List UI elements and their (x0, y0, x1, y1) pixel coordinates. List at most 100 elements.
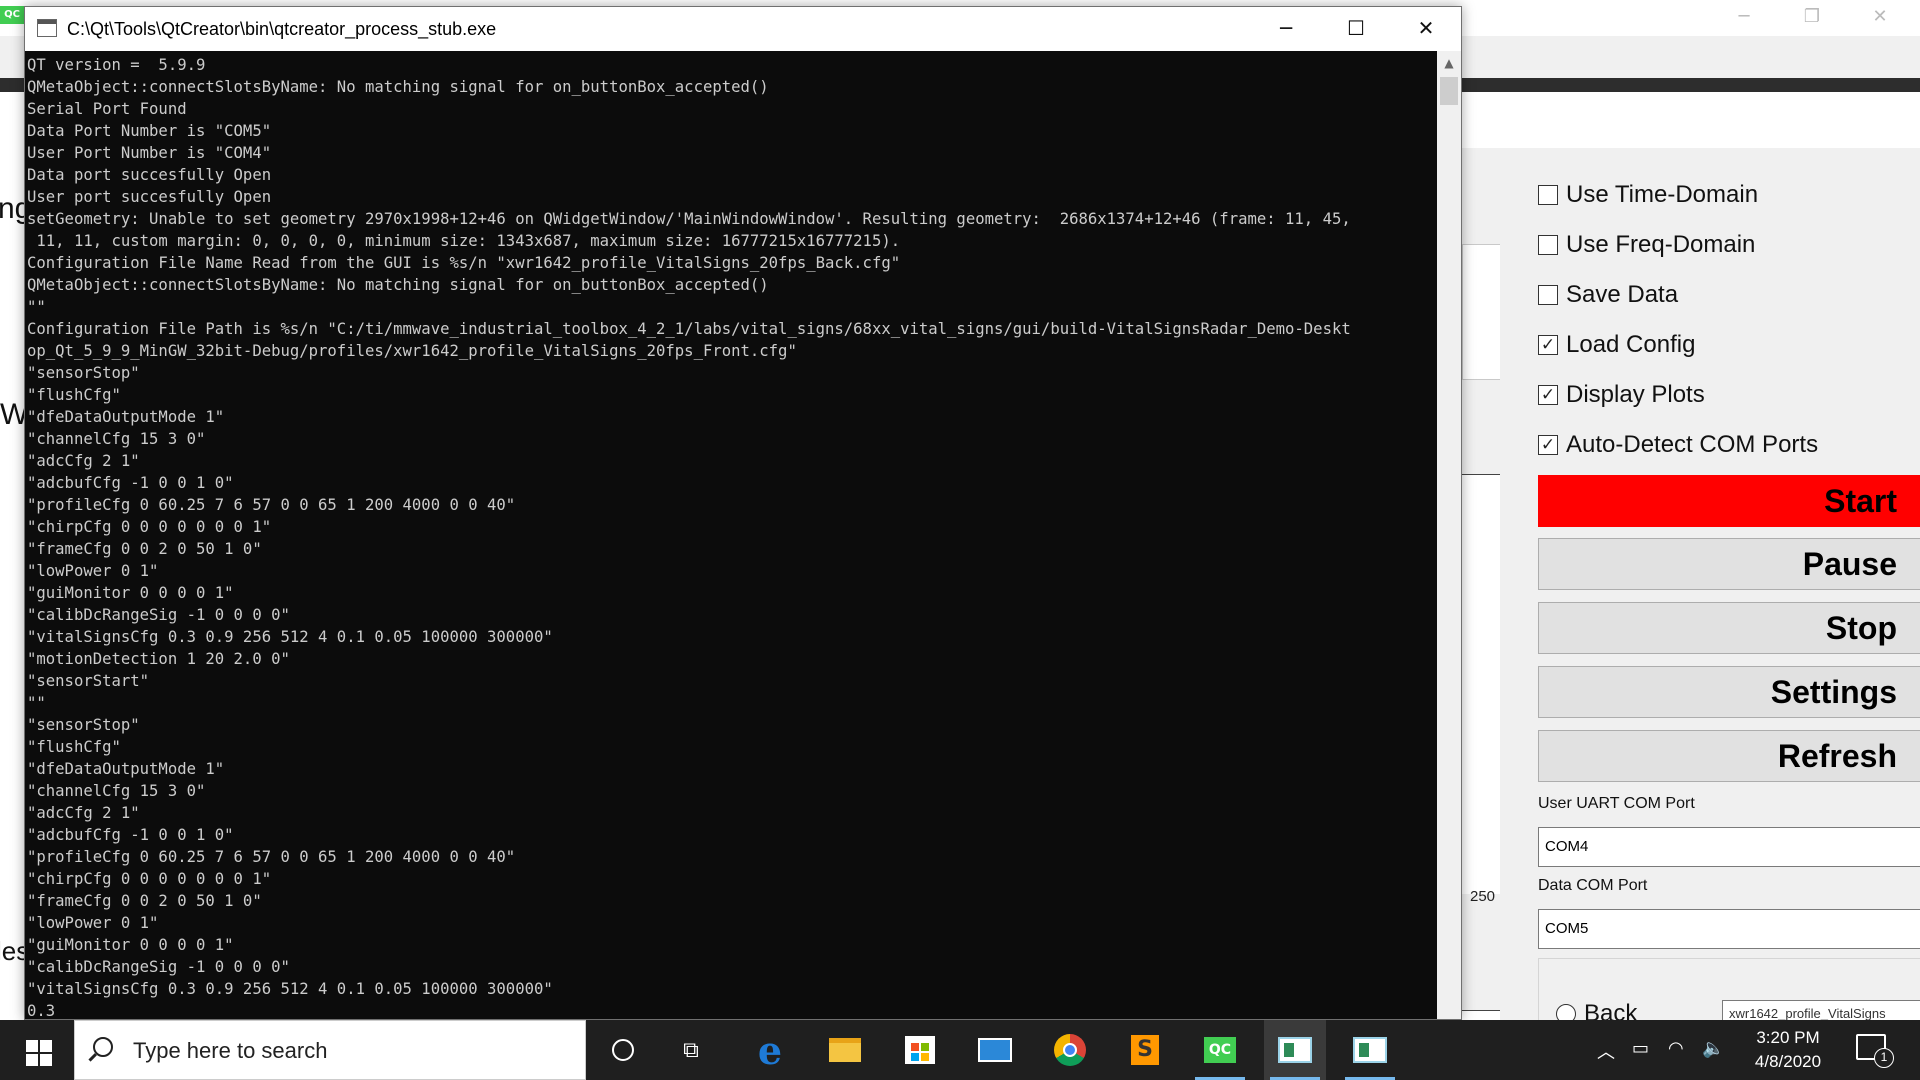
console-window-icon (37, 19, 57, 37)
console-text: QT version = 5.9.9QMetaObject::connectSl… (27, 54, 1437, 1020)
console-line: Data Port Number is "COM5" (27, 122, 272, 140)
store-icon[interactable] (889, 1020, 951, 1080)
notification-badge: 1 (1874, 1048, 1894, 1068)
user-port-label: User UART COM Port (1538, 795, 1695, 812)
console-line: "vitalSignsCfg 0.3 0.9 256 512 4 0.1 0.0… (27, 980, 553, 998)
tray-time: 3:20 PM (1756, 1028, 1820, 1047)
console-line: "flushCfg" (27, 386, 121, 404)
console-line: User Port Number is "COM4" (27, 144, 272, 162)
console-line: Data port succesfully Open (27, 166, 272, 184)
qt-creator-icon-text: QC (1204, 1037, 1236, 1063)
console-line: "frameCfg 0 0 2 0 50 1 0" (27, 540, 262, 558)
console-line: "frameCfg 0 0 2 0 50 1 0" (27, 892, 262, 910)
console-line: "profileCfg 0 60.25 7 6 57 0 0 65 1 200 … (27, 496, 516, 514)
console-line: "dfeDataOutputMode 1" (27, 408, 225, 426)
console-line: 11, 11, custom margin: 0, 0, 0, 0, minim… (27, 232, 901, 250)
checkbox-box[interactable] (1538, 235, 1558, 255)
sublime-icon[interactable]: S (1114, 1020, 1176, 1080)
background-minimize-button[interactable]: ─ (1716, 0, 1772, 36)
stop-button[interactable]: Stop (1538, 602, 1920, 654)
battery-icon[interactable]: ▭ (1632, 1038, 1649, 1059)
background-close-button[interactable]: ✕ (1852, 0, 1908, 36)
console-line: "" (27, 298, 46, 316)
checkbox-use-freq-domain[interactable]: Use Freq-Domain (1538, 230, 1755, 260)
search-icon (93, 1037, 113, 1057)
settings-button[interactable]: Settings (1538, 666, 1920, 718)
radio-circle[interactable] (1556, 1004, 1576, 1020)
checkbox-label: Use Freq-Domain (1566, 231, 1756, 258)
console-line: "channelCfg 15 3 0" (27, 782, 206, 800)
checkbox-checked-box[interactable]: ✓ (1538, 435, 1558, 455)
console-line: QT version = 5.9.9 (27, 56, 206, 74)
tray-clock[interactable]: 3:20 PM 4/8/2020 (1730, 1026, 1846, 1074)
checkbox-save-data[interactable]: Save Data (1538, 280, 1678, 310)
window-title: C:\Qt\Tools\QtCreator\bin\qtcreator_proc… (67, 19, 497, 39)
vitalsigns-app-icon[interactable] (1264, 1020, 1326, 1080)
console-line: "calibDcRangeSig -1 0 0 0 0" (27, 958, 290, 976)
console-line: "profileCfg 0 60.25 7 6 57 0 0 65 1 200 … (27, 848, 516, 866)
console-line: "lowPower 0 1" (27, 562, 159, 580)
checkbox-label: Load Config (1566, 331, 1696, 358)
profile-file-field[interactable]: xwr1642_profile_VitalSigns (1722, 1000, 1920, 1020)
start-button[interactable]: Start (1538, 475, 1920, 527)
qt-app-icon: QC (0, 6, 24, 24)
task-view-icon[interactable]: ⧉ (660, 1020, 722, 1080)
wifi-icon[interactable]: ◠ (1668, 1038, 1684, 1059)
checkbox-checked-box[interactable]: ✓ (1538, 385, 1558, 405)
background-restore-button[interactable]: ❐ (1784, 0, 1840, 36)
console-line: Serial Port Found (27, 100, 187, 118)
checkbox-label: Save Data (1566, 281, 1679, 308)
edge-icon[interactable]: e (739, 1020, 801, 1080)
console-line: Configuration File Path is %s/n "C:/ti/m… (27, 320, 1351, 338)
console-line: "adcbufCfg -1 0 0 1 0" (27, 474, 234, 492)
taskbar-search-box[interactable]: Type here to search (74, 1020, 586, 1080)
cortana-icon[interactable] (592, 1020, 654, 1080)
plot-tick-label: 250 (1470, 888, 1496, 905)
checkbox-checked-box[interactable]: ✓ (1538, 335, 1558, 355)
checkbox-box[interactable] (1538, 185, 1558, 205)
console-output[interactable]: QT version = 5.9.9QMetaObject::connectSl… (25, 51, 1437, 1020)
console-scrollbar[interactable]: ▲ (1437, 51, 1461, 1019)
checkbox-auto-detect-com-ports[interactable]: ✓ Auto-Detect COM Ports (1538, 430, 1818, 460)
data-port-input[interactable]: COM5 (1538, 909, 1920, 949)
minimize-button[interactable]: ─ (1251, 7, 1321, 51)
taskbar: Type here to search ⧉ e S QC ︿ ▭ ◠ 🔈 3:2… (0, 1020, 1920, 1080)
console-line: QMetaObject::connectSlotsByName: No matc… (27, 276, 769, 294)
pause-button[interactable]: Pause (1538, 538, 1920, 590)
checkbox-display-plots[interactable]: ✓ Display Plots (1538, 380, 1705, 410)
tray-date: 4/8/2020 (1754, 1052, 1822, 1071)
console-line: setGeometry: Unable to set geometry 2970… (27, 210, 1351, 228)
close-button[interactable]: ✕ (1391, 7, 1461, 51)
console-line: "adcCfg 2 1" (27, 804, 140, 822)
console-line: "motionDetection 1 20 2.0 0" (27, 650, 290, 668)
file-explorer-icon[interactable] (814, 1020, 876, 1080)
checkbox-box[interactable] (1538, 285, 1558, 305)
checkbox-use-time-domain[interactable]: Use Time-Domain (1538, 180, 1758, 210)
console-line: "" (27, 694, 46, 712)
refresh-button[interactable]: Refresh (1538, 730, 1920, 782)
back-radio[interactable]: Back (1556, 1000, 1637, 1020)
console-line: "sensorStop" (27, 716, 140, 734)
checkbox-label: Auto-Detect COM Ports (1566, 431, 1819, 458)
scroll-up-arrow-icon[interactable]: ▲ (1437, 51, 1461, 75)
console-app-icon[interactable] (1339, 1020, 1401, 1080)
scroll-thumb[interactable] (1440, 77, 1458, 105)
qt-creator-icon[interactable]: QC (1189, 1020, 1251, 1080)
console-titlebar[interactable]: C:\Qt\Tools\QtCreator\bin\qtcreator_proc… (25, 7, 1461, 51)
console-line: "sensorStop" (27, 364, 140, 382)
mail-icon[interactable] (964, 1020, 1026, 1080)
user-port-input[interactable]: COM4 (1538, 827, 1920, 867)
console-line: Configuration File Name Read from the GU… (27, 254, 901, 272)
console-line: "adcbufCfg -1 0 0 1 0" (27, 826, 234, 844)
search-input[interactable]: Type here to search (133, 1038, 327, 1064)
checkbox-label: Display Plots (1566, 381, 1705, 408)
volume-icon[interactable]: 🔈 (1702, 1038, 1724, 1059)
console-line: 0.3 (27, 1002, 56, 1020)
checkbox-load-config[interactable]: ✓ Load Config (1538, 330, 1695, 360)
windows-start-icon[interactable] (4, 1020, 66, 1080)
console-line: "flushCfg" (27, 738, 121, 756)
tray-chevron-up-icon[interactable]: ︿ (1597, 1038, 1615, 1064)
maximize-button[interactable]: ☐ (1321, 7, 1391, 51)
console-line: op_Qt_5_9_9_MinGW_32bit-Debug/profiles/x… (27, 342, 797, 360)
chrome-icon[interactable] (1039, 1020, 1101, 1080)
